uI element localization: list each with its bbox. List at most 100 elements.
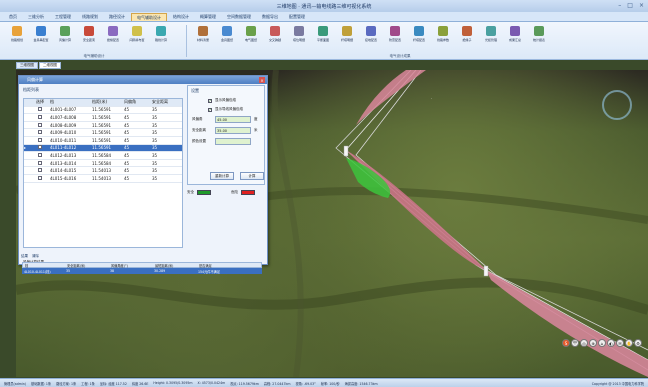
table-row[interactable]: 4L014-4L015 11.54013 45 35 bbox=[24, 167, 182, 175]
table-row[interactable]: 4L012-4L013 11.56584 45 35 bbox=[24, 152, 182, 160]
view-tool-icon-4[interactable]: ⌂ bbox=[598, 339, 606, 347]
show-envelope-checkbox[interactable]: 显示风偏包络 bbox=[208, 98, 264, 103]
ribbon: 线路规划 金具串配置 风偏计算 安全距离 绝缘配置 间隔棒布置 跳线计算 电气辅助设计 材料… bbox=[0, 22, 648, 60]
result-tool-button-10[interactable]: 线路参数 bbox=[432, 24, 454, 50]
result-tool-button-1[interactable]: 金具图纸 bbox=[216, 24, 238, 50]
design-tool-button-4[interactable]: 绝缘配置 bbox=[102, 24, 124, 50]
result-tool-button-4[interactable]: 塔位明细 bbox=[288, 24, 310, 50]
tab-spatial-data[interactable]: 空间数据管理 bbox=[222, 13, 256, 21]
table-row[interactable]: 4L001-4L007 11.56591 45 35 bbox=[24, 107, 182, 115]
row-checkbox[interactable] bbox=[32, 130, 48, 135]
column-header[interactable]: 是否满足 bbox=[199, 263, 259, 268]
design-tool-button-5[interactable]: 间隔棒布置 bbox=[126, 24, 148, 50]
tab-data-export[interactable]: 数据导出 bbox=[257, 13, 283, 21]
close-icon[interactable]: × bbox=[259, 77, 265, 83]
maximize-icon[interactable]: □ bbox=[627, 2, 633, 9]
result-tool-button-5[interactable]: 平断面图 bbox=[312, 24, 334, 50]
span-length: 11.56591 bbox=[92, 130, 112, 136]
tab-home[interactable]: 首页 bbox=[4, 13, 22, 21]
design-tool-button-6[interactable]: 跳线计算 bbox=[150, 24, 172, 50]
result-tool-button-0[interactable]: 材料清册 bbox=[192, 24, 214, 50]
view-tool-icon-0[interactable]: S bbox=[562, 339, 570, 347]
result-tool-button-12[interactable]: 光缆管理 bbox=[480, 24, 502, 50]
table-row[interactable]: ▸ 4L011-4L012 11.56591 45 35 bbox=[24, 144, 182, 153]
result-tool-button-2[interactable]: 电气图纸 bbox=[240, 24, 262, 50]
subtab-3d-view[interactable]: 三维视图 bbox=[16, 62, 38, 69]
tab-structure-design[interactable]: 结构设计 bbox=[168, 13, 194, 21]
wind-angle-input[interactable]: 45.00 bbox=[215, 116, 251, 123]
column-header[interactable]: 档 bbox=[48, 99, 92, 105]
tower-marker[interactable] bbox=[483, 265, 489, 277]
row-checkbox[interactable] bbox=[32, 168, 48, 173]
tab-path-design[interactable]: 路径设计 bbox=[104, 13, 130, 21]
tab-budget[interactable]: 概算管理 bbox=[195, 13, 221, 21]
column-header[interactable]: 风偏角 bbox=[124, 99, 152, 105]
table-row[interactable]: 4L008-4L009 11.56591 45 35 bbox=[24, 122, 182, 130]
navigation-compass[interactable] bbox=[602, 90, 632, 120]
recalculate-button[interactable]: 重新计算 bbox=[210, 172, 234, 180]
color-input[interactable] bbox=[215, 138, 251, 145]
result-tool-button-6[interactable]: 杆塔明细 bbox=[336, 24, 358, 50]
result-tool-button-11[interactable]: 绝缘子 bbox=[456, 24, 478, 50]
result-tool-button-9[interactable]: 杆塔配置 bbox=[408, 24, 430, 50]
tower-marker[interactable] bbox=[343, 145, 349, 157]
span-id: 4L013-4L014 bbox=[50, 160, 77, 166]
dialog-title-bar[interactable]: 风偏计算 × bbox=[19, 76, 267, 84]
ribbon-button-label: 光缆管理 bbox=[484, 38, 497, 42]
show-conductor-envelope-checkbox[interactable]: 显示导线风偏包络 bbox=[208, 107, 264, 112]
result-cell: 30.289 bbox=[154, 269, 166, 273]
view-tool-icon-8[interactable]: ⚙ bbox=[634, 339, 642, 347]
row-checkbox[interactable] bbox=[32, 175, 48, 181]
calculate-button[interactable]: 计算 bbox=[240, 172, 264, 180]
column-header[interactable]: 风偏角度(°) bbox=[111, 263, 155, 268]
view-tool-icon-6[interactable]: ✉ bbox=[616, 339, 624, 347]
result-table: 档 安全距离(米) 风偏角度(°) 最短距离(米) 是否满足 4L010-4L0… bbox=[22, 262, 262, 274]
view-tool-icon-7[interactable]: ✋ bbox=[625, 339, 633, 347]
row-checkbox[interactable] bbox=[32, 152, 48, 158]
row-checkbox[interactable] bbox=[32, 107, 48, 112]
tab-results[interactable]: 结果 bbox=[21, 254, 28, 259]
column-header[interactable]: 最短距离(米) bbox=[155, 263, 199, 268]
result-tool-button-3[interactable]: 交叉跨越 bbox=[264, 24, 286, 50]
table-row[interactable]: 4L015-4L016 11.54013 45 35 bbox=[24, 175, 182, 183]
row-checkbox[interactable] bbox=[32, 137, 48, 143]
result-tool-button-14[interactable]: 统计报表 bbox=[528, 24, 550, 50]
close-icon[interactable]: × bbox=[639, 2, 644, 9]
design-tool-button-3[interactable]: 安全距离 bbox=[78, 24, 100, 50]
view-tool-icon-3[interactable]: ⊕ bbox=[589, 339, 597, 347]
column-header[interactable]: 选择 bbox=[32, 99, 48, 105]
view-tool-icon-1[interactable]: 中 bbox=[571, 339, 579, 347]
subtab-2d-view[interactable]: 二维视图 bbox=[39, 62, 61, 69]
design-tool-button-2[interactable]: 风偏计算 bbox=[54, 24, 76, 50]
result-tool-button-13[interactable]: 成果汇总 bbox=[504, 24, 526, 50]
column-header[interactable]: 安全距离(米) bbox=[67, 263, 111, 268]
design-tool-button-0[interactable]: 线路规划 bbox=[6, 24, 28, 50]
table-row[interactable]: 4L007-4L008 11.56591 45 35 bbox=[24, 114, 182, 122]
view-tool-icon-2[interactable]: ◎ bbox=[580, 339, 588, 347]
column-header[interactable]: 安全距离 bbox=[152, 99, 182, 105]
result-row[interactable]: 4L010-4L011(档) 35 38 30.289 154元件不满足 bbox=[22, 268, 262, 274]
row-checkbox[interactable] bbox=[32, 122, 48, 128]
design-tool-button-1[interactable]: 金具串配置 bbox=[30, 24, 52, 50]
minimize-icon[interactable]: – bbox=[618, 2, 621, 9]
tab-route-planning[interactable]: 线路规划 bbox=[77, 13, 103, 21]
tab-clear[interactable]: 清除 bbox=[32, 254, 39, 259]
result-tool-button-7[interactable]: 接地配置 bbox=[360, 24, 382, 50]
table-row[interactable]: 4L010-4L011 11.56591 45 35 bbox=[24, 137, 182, 145]
tab-config[interactable]: 配置管理 bbox=[284, 13, 310, 21]
result-tool-button-8[interactable]: 防雷配置 bbox=[384, 24, 406, 50]
row-checkbox[interactable] bbox=[32, 114, 48, 120]
row-checkbox[interactable] bbox=[32, 160, 48, 166]
tab-3d-analysis[interactable]: 三维分析 bbox=[23, 13, 49, 21]
safe-distance-input[interactable]: 35.00 bbox=[215, 127, 251, 134]
table-row[interactable]: 4L013-4L014 11.56584 45 35 bbox=[24, 160, 182, 168]
column-header[interactable]: 档距(米) bbox=[92, 99, 124, 105]
tab-electrical-design[interactable]: 电气辅助设计 bbox=[131, 13, 167, 21]
ribbon-button-label: 跳线计算 bbox=[154, 38, 167, 42]
table-row[interactable]: 4L009-4L010 11.56591 45 35 bbox=[24, 129, 182, 137]
span-length: 11.56591 bbox=[92, 137, 112, 143]
column-header[interactable]: 档 bbox=[23, 263, 67, 268]
view-tool-icon-5[interactable]: ◐ bbox=[607, 339, 615, 347]
row-checkbox[interactable] bbox=[32, 145, 48, 150]
tab-project[interactable]: 工程管理 bbox=[50, 13, 76, 21]
